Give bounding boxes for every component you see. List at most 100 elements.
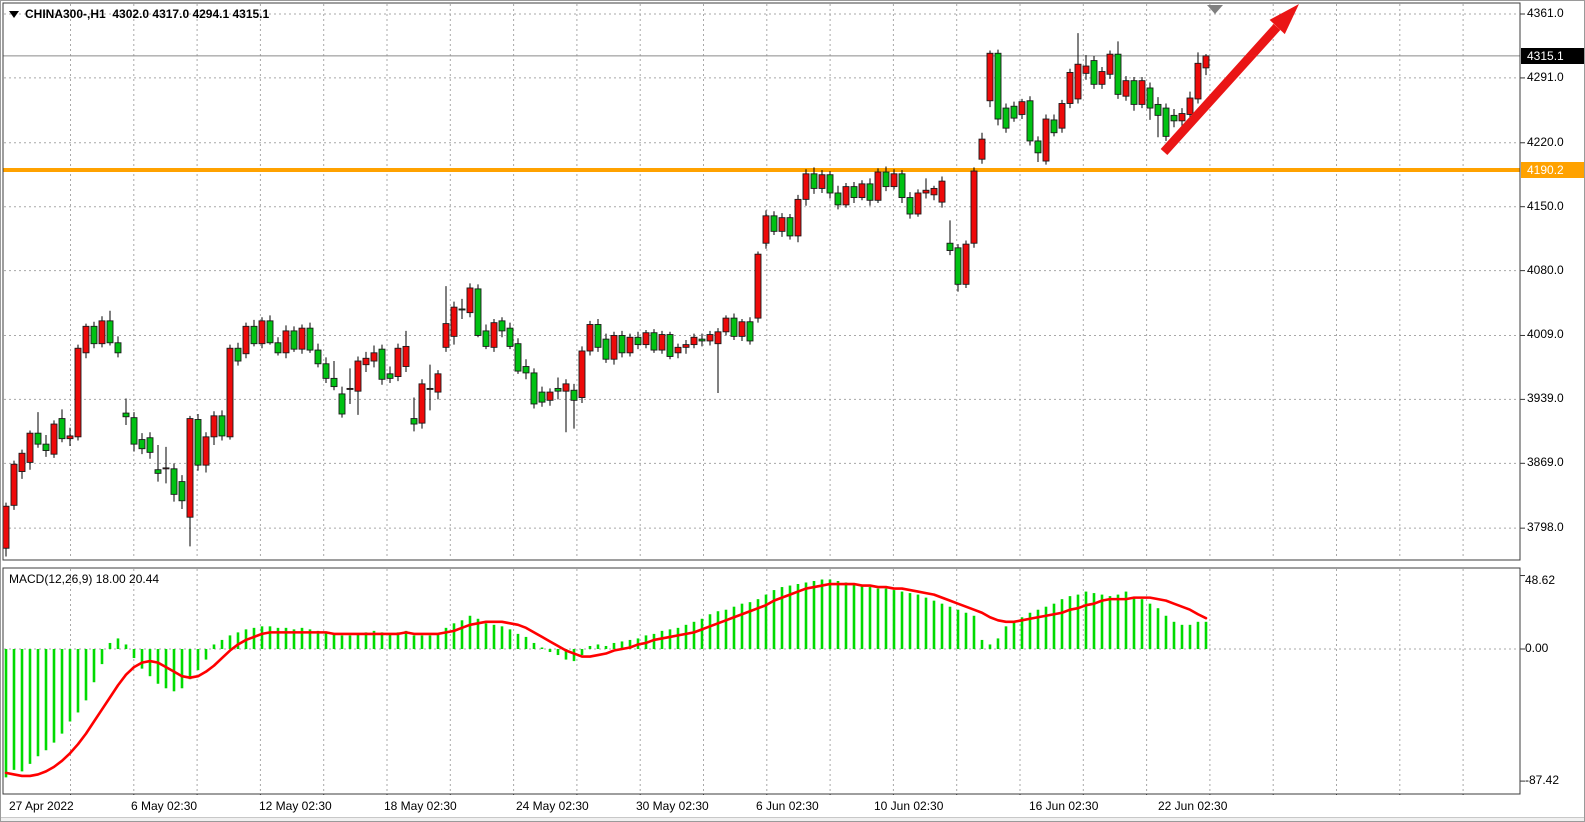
candle-body	[923, 190, 929, 193]
candle-body	[755, 254, 761, 318]
candle-body	[1187, 98, 1193, 114]
time-axis-label: 24 May 02:30	[516, 799, 589, 813]
candle-body	[699, 339, 705, 341]
candle-body	[1003, 108, 1009, 128]
candle-body	[771, 216, 777, 232]
candle-body	[523, 367, 529, 373]
time-axis-label: 18 May 02:30	[384, 799, 457, 813]
candle-body	[1155, 104, 1161, 115]
candle-body	[1011, 106, 1017, 118]
candle-body	[259, 321, 265, 344]
candle-body	[779, 218, 785, 232]
candle-body	[243, 326, 249, 353]
candle-body	[275, 343, 281, 353]
candle-body	[1099, 72, 1105, 85]
price-axis-label: 3869.0	[1527, 455, 1564, 469]
candle-body	[491, 323, 497, 348]
candle-body	[3, 506, 9, 548]
candle-body	[795, 199, 801, 236]
candle-body	[1075, 64, 1081, 99]
candle-body	[611, 335, 617, 359]
candle-body	[915, 193, 921, 214]
candle-body	[91, 326, 97, 343]
candle-body	[979, 139, 985, 159]
time-axis-label: 30 May 02:30	[636, 799, 709, 813]
candle-body	[347, 388, 353, 389]
candle-body	[675, 347, 681, 352]
candle-body	[171, 469, 177, 495]
candle-body	[1163, 108, 1169, 136]
candle-body	[43, 444, 49, 450]
symbol-dropdown-icon[interactable]	[9, 11, 19, 18]
candle-body	[307, 328, 313, 350]
candle-body	[963, 244, 969, 284]
candle-body	[955, 248, 961, 285]
candle-body	[147, 438, 153, 453]
candle-body	[1131, 81, 1137, 105]
candle-body	[403, 346, 409, 366]
macd-signal-line	[6, 584, 1206, 776]
candle-body	[651, 333, 657, 350]
price-axis-label: 4361.0	[1527, 6, 1564, 20]
candle-body	[315, 350, 321, 364]
candle-body	[987, 53, 993, 100]
candle-body	[427, 388, 433, 389]
candle-body	[515, 344, 521, 371]
candle-body	[235, 348, 241, 361]
time-axis[interactable]: 27 Apr 20226 May 02:3012 May 02:3018 May…	[1, 795, 1585, 817]
candle-body	[867, 184, 873, 200]
candle-body	[1123, 81, 1129, 97]
candle-body	[571, 390, 577, 400]
macd-pane-border	[3, 568, 1520, 794]
trend-arrow-shaft[interactable]	[1164, 27, 1277, 152]
candle-body	[683, 345, 689, 348]
candle-body	[443, 324, 449, 348]
candle-body	[731, 318, 737, 336]
candle-body	[851, 187, 857, 198]
candle-body	[539, 392, 545, 402]
candle-body	[739, 322, 745, 337]
candle-body	[19, 453, 25, 471]
candle-body	[707, 335, 713, 341]
candle-body	[291, 331, 297, 349]
macd-axis-label: 48.62	[1525, 573, 1555, 587]
price-axis-label: 4220.0	[1527, 135, 1564, 149]
candle-body	[107, 321, 113, 343]
price-axis-label: 4080.0	[1527, 263, 1564, 277]
candle-body	[27, 433, 33, 462]
price-axis-label: 3939.0	[1527, 391, 1564, 405]
price-axis-label: 4150.0	[1527, 199, 1564, 213]
candle-body	[1115, 54, 1121, 94]
candle-body	[323, 364, 329, 379]
candle-body	[827, 175, 833, 193]
candle-body	[1043, 119, 1049, 161]
candle-body	[355, 361, 361, 391]
candle-body	[627, 337, 633, 353]
candle-body	[939, 181, 945, 202]
candle-body	[227, 348, 233, 437]
candle-body	[763, 216, 769, 243]
candle-body	[1051, 120, 1057, 133]
candle-body	[1179, 114, 1185, 121]
macd-indicator-label: MACD(12,26,9) 18.00 20.44	[9, 572, 159, 586]
candle-body	[931, 188, 937, 194]
candle-body	[659, 335, 665, 351]
current-price-badge: 4315.1	[1521, 48, 1585, 64]
candle-body	[1059, 103, 1065, 128]
candle-body	[371, 353, 377, 361]
candle-body	[531, 373, 537, 404]
candle-body	[747, 322, 753, 341]
time-axis-label: 16 Jun 02:30	[1029, 799, 1098, 813]
candle-body	[619, 335, 625, 352]
candle-body	[283, 331, 289, 353]
candle-body	[467, 288, 473, 313]
candle-body	[603, 339, 609, 359]
candle-body	[643, 333, 649, 345]
candle-body	[787, 218, 793, 236]
candle-body	[811, 174, 817, 189]
candle-body	[219, 416, 225, 436]
candle-body	[835, 193, 841, 205]
macd-axis-label: 0.00	[1525, 641, 1548, 655]
chart-canvas[interactable]	[1, 1, 1585, 822]
price-axis-label: 3798.0	[1527, 520, 1564, 534]
